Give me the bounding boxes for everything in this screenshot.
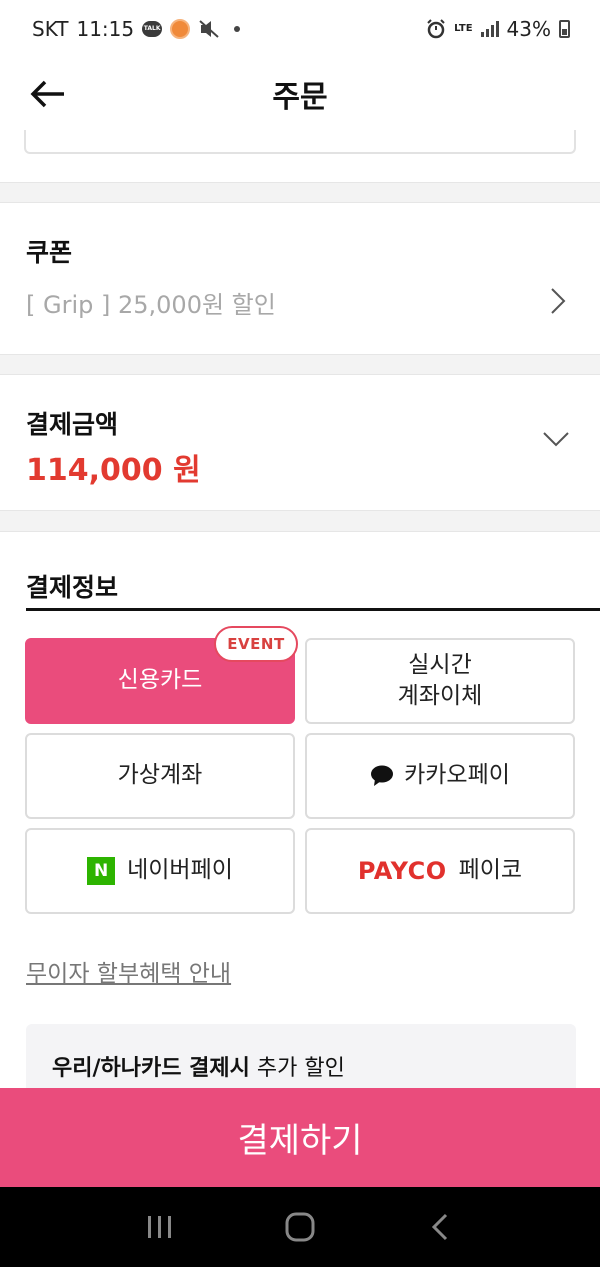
status-right: LTE 43% (426, 17, 570, 41)
pay-method-label-line1: 실시간 (408, 651, 472, 678)
status-left: SKT 11:15 TALK (32, 17, 241, 41)
pay-method-payco[interactable]: PAYCO 페이코 (305, 828, 575, 914)
installment-benefit-link[interactable]: 무이자 할부혜택 안내 (26, 954, 231, 988)
recent-apps-icon (148, 1216, 171, 1238)
coupon-section[interactable]: 쿠폰 [ Grip ] 25,000원 할인 (0, 203, 600, 353)
coupon-title: 쿠폰 (26, 238, 73, 267)
clock: 11:15 (76, 17, 135, 41)
kakaotalk-icon: TALK (142, 21, 163, 37)
payco-logo: PAYCO (357, 856, 447, 885)
battery-icon (559, 20, 570, 38)
home-icon (285, 1212, 315, 1242)
coupon-value: [ Grip ] 25,000원 할인 (26, 291, 276, 319)
pay-submit-label: 결제하기 (237, 1121, 363, 1161)
section-divider (0, 354, 600, 375)
chevron-left-icon (431, 1213, 448, 1241)
chevron-down-icon (543, 432, 569, 447)
kakao-bubble-icon (370, 765, 394, 787)
naver-n-icon: N (87, 857, 116, 885)
payment-info-divider (26, 608, 600, 611)
payment-amount-title: 결제금액 (26, 410, 119, 439)
arrow-left-icon (30, 80, 64, 108)
battery-percent: 43% (506, 17, 551, 41)
pay-submit-button[interactable]: 결제하기 (0, 1088, 600, 1187)
more-notifications-dot (234, 26, 241, 32)
notification-icon (170, 19, 191, 39)
pay-method-label: 실시간 계좌이체 (398, 650, 483, 712)
event-badge: EVENT (214, 626, 298, 662)
pay-method-kakaopay[interactable]: 카카오페이 (305, 733, 575, 819)
pay-method-label: 네이버페이 (127, 857, 233, 884)
pay-method-virtual-account[interactable]: 가상계좌 (25, 733, 295, 819)
payment-amount-section[interactable]: 결제금액 114,000 원 (0, 375, 600, 510)
back-nav-button[interactable] (410, 1197, 470, 1257)
page-title: 주문 (272, 80, 328, 115)
promo-bold-text: 우리/하나카드 결제시 (52, 1056, 250, 1081)
previous-card-edge (24, 130, 576, 154)
pay-method-label: 가상계좌 (117, 762, 203, 789)
system-nav-bar (0, 1187, 600, 1267)
app-header: 주문 (0, 58, 600, 130)
pay-method-label-line2: 계좌이체 (397, 683, 483, 709)
pay-method-label: 신용카드 (117, 667, 203, 694)
payment-amount-value: 114,000 원 (26, 453, 201, 488)
pay-method-label: 페이코 (458, 857, 523, 884)
home-button[interactable] (270, 1197, 330, 1257)
carrier-label: SKT (32, 17, 69, 41)
promo-text: 추가 할인 (249, 1056, 345, 1081)
payment-info-title: 결제정보 (26, 573, 119, 602)
alarm-icon (427, 19, 445, 39)
network-type: LTE (454, 23, 473, 34)
mute-icon (199, 20, 219, 38)
section-divider (0, 510, 600, 532)
signal-icon (480, 21, 499, 37)
section-divider (0, 182, 600, 203)
pay-method-realtime-transfer[interactable]: 실시간 계좌이체 (305, 638, 575, 724)
status-bar: SKT 11:15 TALK LTE 43% (0, 0, 600, 58)
recent-apps-button[interactable] (130, 1197, 190, 1257)
chevron-right-icon (551, 288, 566, 314)
pay-method-label: 카카오페이 (404, 762, 510, 789)
pay-method-naverpay[interactable]: N 네이버페이 (25, 828, 295, 914)
back-button[interactable] (26, 76, 70, 112)
